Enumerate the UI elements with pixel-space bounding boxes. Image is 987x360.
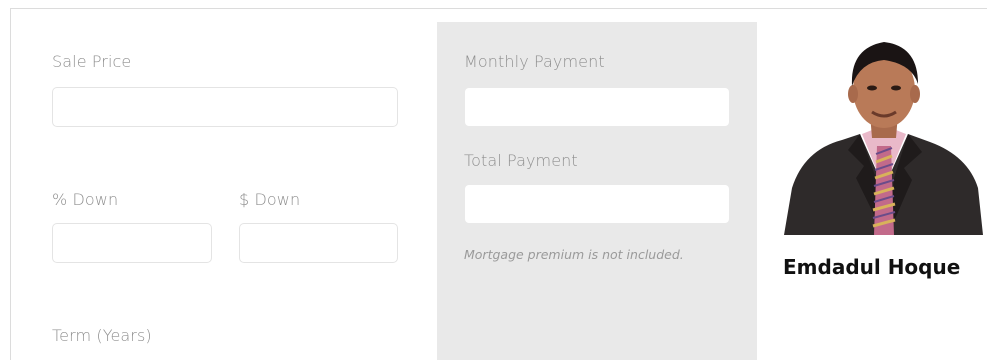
term-years-label: Term (Years): [52, 326, 152, 345]
total-payment-output[interactable]: [464, 184, 730, 224]
agent-photo: [784, 38, 983, 235]
total-payment-label: Total Payment: [464, 151, 578, 170]
monthly-payment-label: Monthly Payment: [464, 52, 605, 71]
monthly-payment-output[interactable]: [464, 87, 730, 127]
agent-name: Emdadul Hoque: [783, 255, 961, 279]
mortgage-premium-note: Mortgage premium is not included.: [464, 247, 684, 262]
dollar-down-label: $ Down: [239, 190, 301, 209]
agent-portrait-icon: [784, 42, 983, 235]
sale-price-label: Sale Price: [52, 52, 132, 71]
sale-price-input[interactable]: [52, 87, 398, 127]
percent-down-label: % Down: [52, 190, 119, 209]
dollar-down-input[interactable]: [239, 223, 398, 263]
percent-down-input[interactable]: [52, 223, 212, 263]
